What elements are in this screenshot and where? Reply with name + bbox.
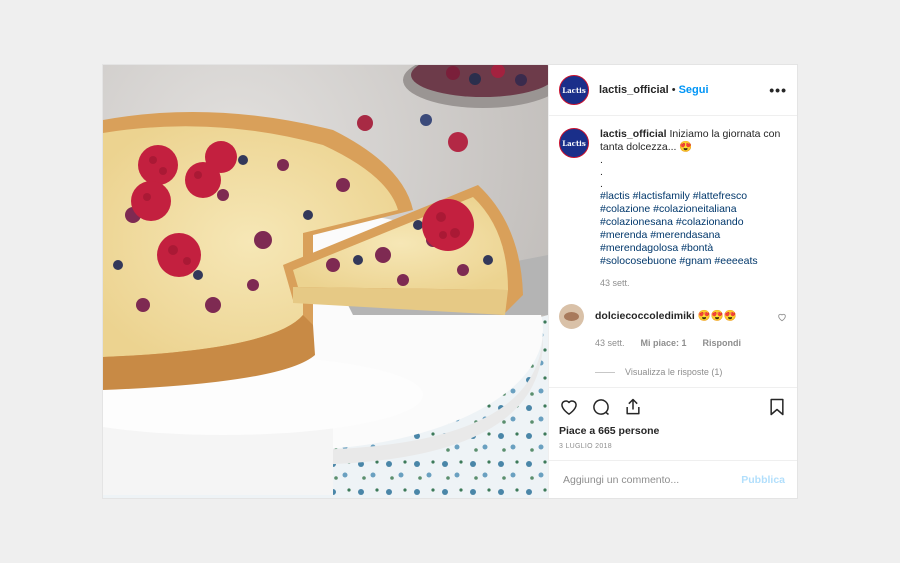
instagram-post-card: Lactis lactis_official • Segui ••• Lacti… — [103, 65, 797, 498]
reply-username-link[interactable]: dolciecoccoledimiki — [595, 310, 695, 322]
caption-dot: . — [600, 154, 603, 166]
comment-like-heart-icon[interactable] — [777, 312, 787, 322]
follow-button[interactable]: Segui — [679, 84, 709, 96]
actions-bar: Piace a 665 persone 3 LUGLIO 2018 — [549, 387, 797, 460]
comments-section[interactable]: Lactis lactis_official Iniziamo la giorn… — [549, 116, 797, 387]
add-comment-bar: Pubblica — [549, 460, 797, 498]
more-options-icon[interactable]: ••• — [769, 82, 787, 98]
heart-icon[interactable] — [559, 397, 579, 417]
reply-text: 😍😍😍 — [697, 310, 737, 322]
caption-hashtags[interactable]: #lactis #lactisfamily #lattefresco #cola… — [600, 190, 787, 268]
reply-meta: 43 sett. Mi piace: 1 Rispondi — [595, 337, 787, 350]
avatar[interactable]: Lactis — [559, 75, 589, 105]
action-icons — [559, 396, 787, 418]
comment-input[interactable] — [561, 472, 742, 487]
caption-text-block: lactis_official Iniziamo la giornata con… — [600, 128, 787, 290]
reply-comment-row: dolciecoccoledimiki 😍😍😍 — [559, 304, 787, 329]
view-replies-line — [595, 372, 615, 373]
bookmark-icon[interactable] — [767, 397, 787, 417]
avatar-logo-text: Lactis — [562, 85, 586, 95]
post-side-panel: Lactis lactis_official • Segui ••• Lacti… — [548, 65, 797, 498]
post-date[interactable]: 3 LUGLIO 2018 — [559, 443, 787, 450]
reply-time[interactable]: 43 sett. — [595, 337, 625, 350]
caption-row: Lactis lactis_official Iniziamo la giorn… — [559, 128, 787, 290]
comment-icon[interactable] — [591, 397, 611, 417]
separator-dot: • — [671, 84, 676, 96]
commenter-avatar[interactable] — [559, 304, 584, 329]
likes-count[interactable]: Piace a 665 persone — [559, 425, 787, 437]
caption-dots: . . . — [600, 154, 787, 190]
avatar[interactable]: Lactis — [559, 128, 589, 158]
caption-dot: . — [600, 178, 603, 190]
share-icon[interactable] — [623, 397, 643, 417]
post-header: Lactis lactis_official • Segui ••• — [549, 65, 797, 116]
view-replies-label: Visualizza le risposte (1) — [625, 367, 723, 377]
caption-time[interactable]: 43 sett. — [600, 277, 787, 290]
publish-button[interactable]: Pubblica — [741, 474, 785, 486]
raspberry-tart-image — [103, 65, 548, 498]
view-replies-button[interactable]: Visualizza le risposte (1) — [595, 366, 787, 379]
avatar-logo-text: Lactis — [562, 138, 586, 148]
reply-text-block: dolciecoccoledimiki 😍😍😍 — [595, 310, 737, 323]
post-photo[interactable] — [103, 65, 548, 498]
caption-dot: . — [600, 166, 603, 178]
reply-likes[interactable]: Mi piace: 1 — [641, 337, 687, 350]
reply-button[interactable]: Rispondi — [703, 337, 742, 350]
username-link[interactable]: lactis_official — [599, 84, 669, 96]
caption-username-link[interactable]: lactis_official — [600, 128, 667, 140]
